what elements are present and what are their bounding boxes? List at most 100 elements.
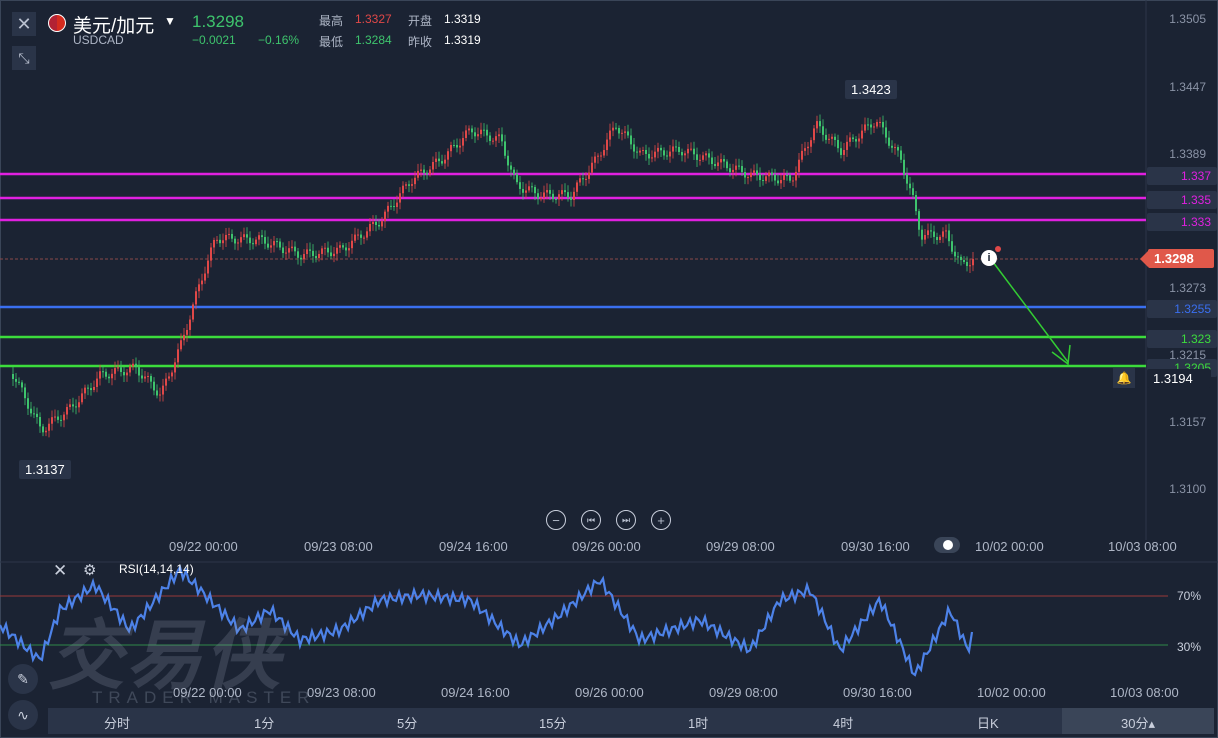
- candle-body: [48, 423, 50, 431]
- candle-body: [222, 240, 224, 244]
- zoom-out-icon[interactable]: −: [546, 510, 566, 530]
- level-tag: 1.323: [1147, 330, 1217, 348]
- tab-1min[interactable]: 1分: [254, 713, 274, 732]
- candle-body: [876, 122, 878, 127]
- info-icon[interactable]: i: [981, 250, 997, 266]
- candle-body: [504, 141, 506, 156]
- step-back-icon[interactable]: ⏮: [581, 510, 601, 530]
- candle-body: [864, 124, 866, 131]
- candle-body: [888, 137, 890, 146]
- rsi-time-label: 09/23 08:00: [307, 685, 376, 700]
- gear-icon[interactable]: ⚙: [83, 561, 96, 579]
- candle-body: [210, 247, 212, 261]
- step-forward-icon[interactable]: ⏭: [616, 510, 636, 530]
- candle-body: [138, 367, 140, 376]
- candle-body: [519, 182, 521, 189]
- candle-body: [657, 147, 659, 152]
- time-axis-label: 10/03 08:00: [1108, 539, 1177, 554]
- candle-body: [423, 169, 425, 173]
- tab-30min[interactable]: 30分▴: [1121, 713, 1155, 732]
- tab-1hour[interactable]: 1时: [688, 713, 708, 732]
- candle-body: [852, 137, 854, 140]
- candle-body: [72, 404, 74, 407]
- tab-5min[interactable]: 5分: [397, 713, 417, 732]
- collapse-icon[interactable]: ⤡: [12, 46, 36, 70]
- candle-body: [768, 172, 770, 177]
- price-tag-pointer: [1140, 251, 1148, 267]
- tab-timeshare[interactable]: 分时: [104, 713, 130, 732]
- candle-body: [525, 190, 527, 193]
- candle-body: [375, 221, 377, 225]
- candle-body: [495, 136, 497, 141]
- candle-body: [924, 235, 926, 240]
- candle-body: [729, 168, 731, 173]
- candle-body: [690, 148, 692, 150]
- candle-body: [798, 159, 800, 172]
- candle-body: [321, 248, 323, 254]
- candle-body: [51, 417, 53, 424]
- candle-body: [915, 195, 917, 212]
- candle-body: [723, 159, 725, 162]
- candle-body: [93, 386, 95, 391]
- candle-body: [843, 149, 845, 155]
- toggle-icon[interactable]: [934, 537, 960, 553]
- alert-price: 1.3194: [1147, 369, 1211, 388]
- rsi-time-label: 09/26 00:00: [575, 685, 644, 700]
- current-price-tag: 1.3298: [1148, 249, 1214, 268]
- tab-4hour[interactable]: 4时: [833, 713, 853, 732]
- candle-body: [921, 229, 923, 240]
- candle-body: [99, 371, 101, 379]
- candle-body: [291, 246, 293, 249]
- pencil-icon[interactable]: ✎: [8, 664, 38, 694]
- candle-body: [237, 242, 239, 244]
- rsi-close-icon[interactable]: ✕: [53, 561, 67, 581]
- candle-body: [948, 230, 950, 242]
- candle-body: [249, 237, 251, 244]
- candle-body: [543, 192, 545, 199]
- close-icon[interactable]: ✕: [12, 12, 36, 36]
- candle-body: [111, 373, 113, 379]
- price-axis-label: 1.3157: [1169, 415, 1206, 429]
- candle-body: [684, 153, 686, 156]
- candle-body: [96, 378, 98, 387]
- time-axis-label: 09/23 08:00: [304, 539, 373, 554]
- high-value: 1.3327: [355, 12, 392, 26]
- candle-body: [555, 199, 557, 201]
- indicator-icon[interactable]: ∿: [8, 700, 38, 730]
- dropdown-icon[interactable]: ▼: [164, 14, 176, 28]
- candlestick-series: [12, 114, 974, 438]
- candle-body: [498, 134, 500, 137]
- price-axis-label: 1.3389: [1169, 147, 1206, 161]
- tab-15min[interactable]: 15分: [539, 713, 566, 732]
- bell-icon[interactable]: 🔔: [1113, 368, 1135, 388]
- low-value: 1.3284: [355, 33, 392, 47]
- candle-body: [636, 151, 638, 153]
- candle-body: [870, 124, 872, 128]
- candle-body: [483, 129, 485, 131]
- peak-label: 1.3423: [845, 80, 897, 99]
- candle-body: [942, 231, 944, 237]
- candle-body: [84, 387, 86, 394]
- candle-body: [633, 144, 635, 152]
- candle-body: [741, 166, 743, 173]
- candle-body: [735, 165, 737, 170]
- candle-body: [162, 385, 164, 395]
- candle-body: [207, 260, 209, 274]
- candle-body: [396, 202, 398, 208]
- candle-body: [141, 375, 143, 379]
- candle-body: [405, 184, 407, 186]
- tab-daily[interactable]: 日K: [977, 713, 999, 732]
- candle-body: [561, 190, 563, 195]
- candle-body: [540, 198, 542, 200]
- timeframe-bar: [48, 708, 1214, 734]
- candle-body: [492, 140, 494, 142]
- candle-body: [363, 237, 365, 239]
- candle-body: [516, 174, 518, 183]
- zoom-in-icon[interactable]: +: [651, 510, 671, 530]
- candle-body: [960, 256, 962, 261]
- candle-body: [738, 165, 740, 167]
- candle-body: [807, 146, 809, 149]
- candle-body: [189, 319, 191, 330]
- candle-body: [819, 121, 821, 127]
- candle-body: [810, 140, 812, 147]
